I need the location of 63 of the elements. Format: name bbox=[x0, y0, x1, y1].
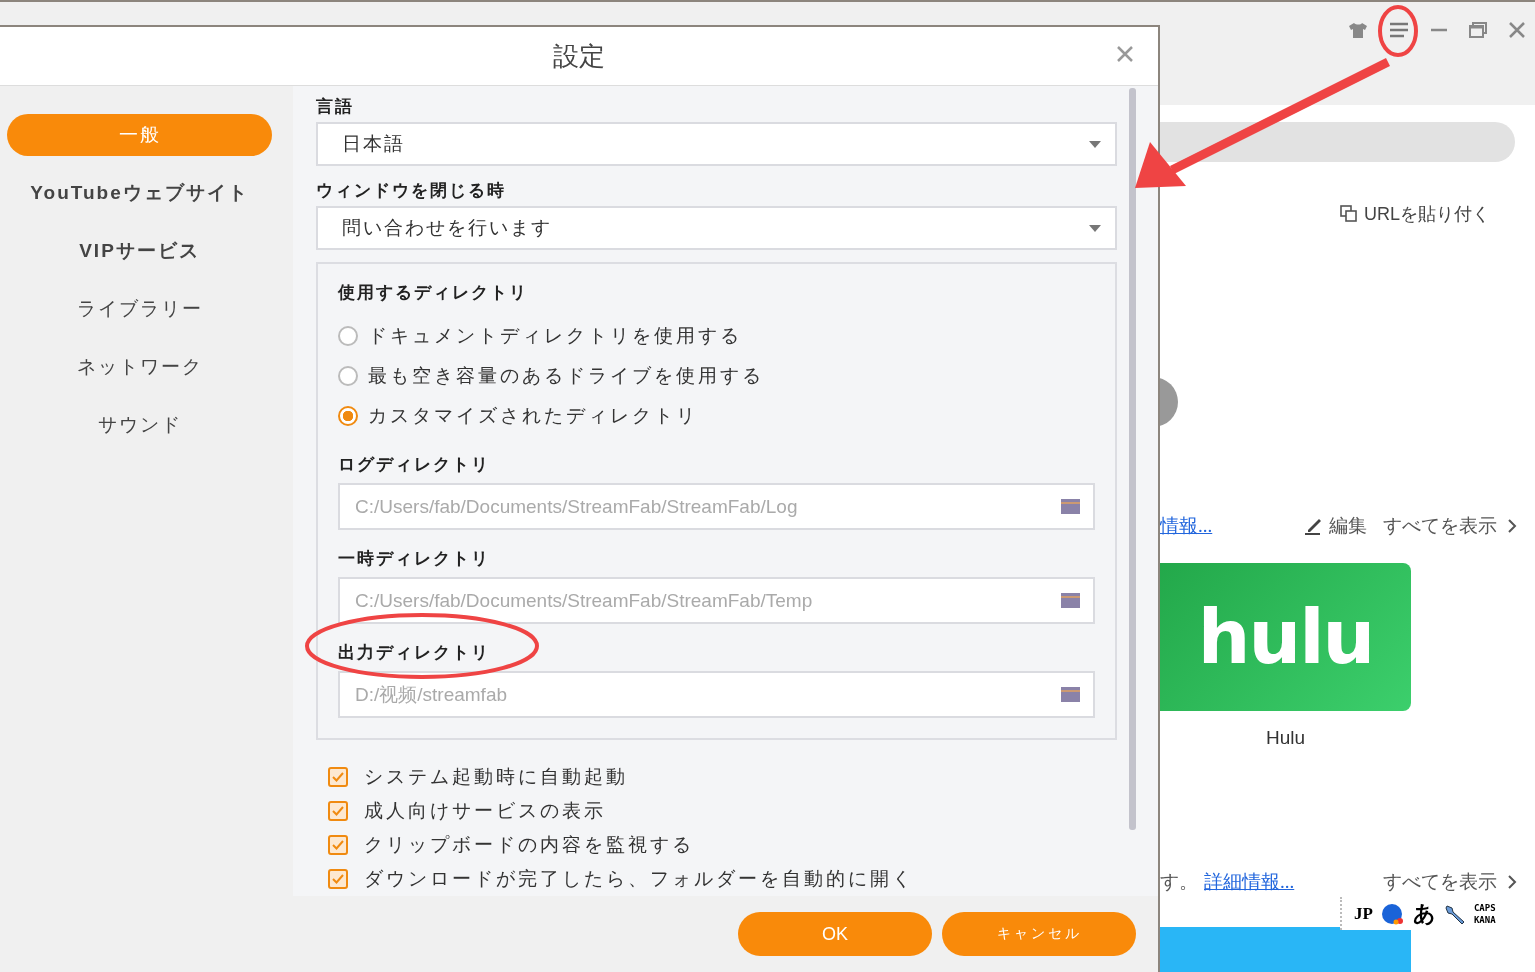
sidebar-item[interactable]: YouTubeウェブサイト bbox=[7, 172, 272, 214]
radio-button[interactable] bbox=[338, 326, 358, 346]
checkbox-label[interactable]: システム起動時に自動起動 bbox=[364, 764, 628, 790]
kana-indicator: KANA bbox=[1473, 913, 1496, 926]
sidebar-item[interactable]: ライブラリー bbox=[7, 288, 272, 330]
ball-icon[interactable] bbox=[1380, 902, 1405, 925]
check-icon bbox=[332, 840, 344, 850]
info-link[interactable]: 情報... bbox=[1160, 513, 1213, 539]
field-label: 一時ディレクトリ bbox=[338, 548, 491, 570]
checkbox-label[interactable]: ダウンロードが完了したら、フォルダーを自動的に開く bbox=[364, 866, 914, 892]
search-bar[interactable] bbox=[1160, 122, 1515, 162]
menu-icon[interactable] bbox=[1389, 21, 1409, 38]
field-label: ログディレクトリ bbox=[338, 454, 491, 476]
checkbox[interactable] bbox=[328, 767, 348, 787]
check-icon bbox=[332, 772, 344, 782]
dropdown[interactable]: 問い合わせを行います bbox=[316, 206, 1117, 250]
hulu-logo: hulu bbox=[1197, 594, 1374, 680]
close-icon[interactable] bbox=[1117, 46, 1133, 62]
pencil-icon bbox=[1304, 517, 1324, 535]
details-link[interactable]: 詳細情報... bbox=[1204, 869, 1295, 895]
dropdown[interactable]: 日本語 bbox=[316, 122, 1117, 166]
dialog-title: 設定 bbox=[553, 40, 605, 73]
radio-option[interactable]: ドキュメントディレクトリを使用する bbox=[338, 316, 1095, 356]
paste-url-button[interactable]: URLを貼り付く bbox=[1340, 202, 1490, 226]
wrench-icon[interactable] bbox=[1443, 902, 1466, 925]
sidebar-item[interactable]: ネットワーク bbox=[7, 346, 272, 388]
shirt-icon[interactable] bbox=[1349, 21, 1367, 38]
show-all-link[interactable]: すべてを表示 bbox=[1383, 513, 1497, 539]
chevron-right-icon[interactable] bbox=[1507, 518, 1517, 534]
tile-name: Hulu bbox=[1264, 727, 1307, 749]
ime-mode[interactable]: あ bbox=[1412, 898, 1436, 929]
dropdown-caret-icon bbox=[1089, 224, 1101, 232]
sidebar-item[interactable]: VIPサービス bbox=[7, 230, 272, 272]
checkbox[interactable] bbox=[328, 801, 348, 821]
checkbox[interactable] bbox=[328, 835, 348, 855]
radio-option[interactable]: 最も空き容量のあるドライブを使用する bbox=[338, 356, 1095, 396]
dropdown-caret-icon bbox=[1089, 140, 1101, 148]
field-label: ウィンドウを閉じる時 bbox=[316, 180, 507, 202]
paste-icon bbox=[1340, 205, 1358, 223]
field-label: 言語 bbox=[316, 96, 355, 118]
minimize-icon[interactable] bbox=[1431, 27, 1447, 32]
close-icon[interactable] bbox=[1509, 21, 1525, 38]
radio-button[interactable] bbox=[338, 366, 358, 386]
check-icon bbox=[332, 874, 344, 884]
radio-option[interactable]: カスタマイズされたディレクトリ bbox=[338, 396, 1095, 436]
checkbox-label[interactable]: クリップボードの内容を監視する bbox=[364, 832, 694, 858]
chevron-right-icon[interactable] bbox=[1507, 874, 1517, 890]
restore-icon[interactable] bbox=[1469, 21, 1487, 38]
service-tile[interactable] bbox=[1160, 927, 1411, 972]
ime-language[interactable]: JP bbox=[1354, 903, 1373, 924]
description-text: す。 bbox=[1160, 870, 1198, 894]
group-title: 使用するディレクトリ bbox=[338, 282, 529, 304]
caps-indicator: CAPS bbox=[1473, 901, 1496, 914]
scrollbar[interactable] bbox=[1129, 88, 1136, 830]
checkbox[interactable] bbox=[328, 869, 348, 889]
radio-button[interactable] bbox=[338, 406, 358, 426]
checkbox-label[interactable]: 成人向けサービスの表示 bbox=[364, 798, 606, 824]
show-all-link[interactable]: すべてを表示 bbox=[1383, 869, 1497, 895]
check-icon bbox=[332, 806, 344, 816]
edit-label[interactable]: 編集 bbox=[1329, 513, 1367, 539]
sidebar-item[interactable]: サウンド bbox=[7, 404, 272, 446]
field-label: 出力ディレクトリ bbox=[338, 642, 491, 664]
annotation-circle bbox=[1378, 5, 1418, 57]
